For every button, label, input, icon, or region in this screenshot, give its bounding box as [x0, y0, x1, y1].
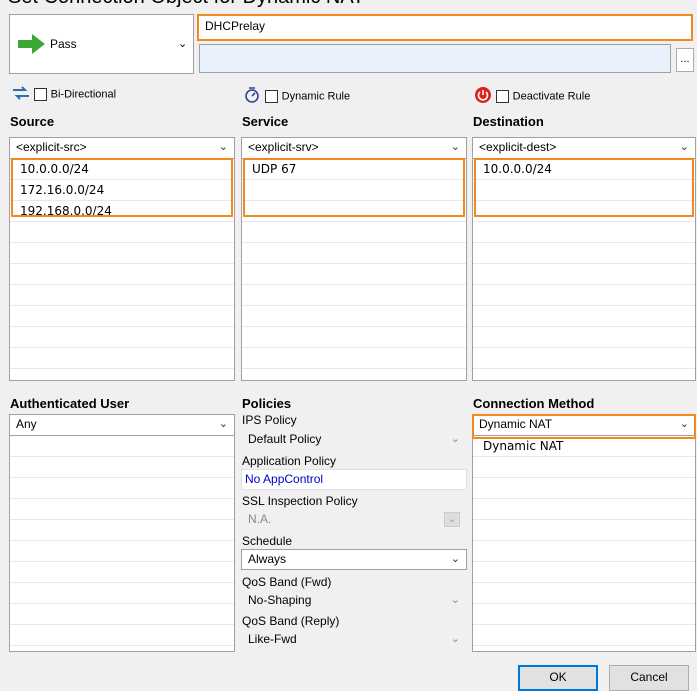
schedule-value: Always	[248, 552, 287, 566]
ssl-policy-label: SSL Inspection Policy	[242, 494, 358, 508]
app-policy-value[interactable]: No AppControl	[245, 472, 323, 486]
ssl-policy-value: N.A.	[248, 512, 272, 526]
rule-name-value: DHCPrelay	[205, 19, 266, 33]
auth-user-title: Authenticated User	[10, 396, 130, 411]
app-policy-field[interactable]: No AppControl	[241, 469, 467, 490]
rule-name-field[interactable]: DHCPrelay	[197, 14, 693, 41]
pass-arrow-icon	[16, 33, 46, 55]
auth-user-selected: Any	[16, 417, 37, 431]
ips-policy-label: IPS Policy	[242, 413, 297, 427]
schedule-label: Schedule	[242, 534, 293, 548]
destination-title: Destination	[473, 114, 544, 129]
connection-list[interactable]: Dynamic NAT ⌄ Dynamic NAT	[472, 414, 696, 652]
ips-policy-select[interactable]: Default Policy ⌄	[241, 429, 467, 450]
app-policy-label: Application Policy	[242, 454, 337, 468]
destination-selected: <explicit-dest>	[479, 140, 557, 154]
connection-highlight	[472, 414, 696, 439]
deactivate-rule-label: Deactivate Rule	[512, 90, 591, 103]
ellipsis-button[interactable]: ...	[676, 48, 694, 72]
chevron-down-icon: ⌄	[218, 141, 228, 153]
chevron-down-icon: ⌄	[178, 37, 188, 50]
chevron-down-icon: ⌄	[450, 433, 460, 445]
connection-title: Connection Method	[473, 396, 595, 411]
cancel-button[interactable]: Cancel	[609, 665, 689, 691]
power-icon	[474, 86, 492, 107]
ssl-policy-select: N.A. ⌄	[241, 509, 467, 530]
source-highlight	[11, 158, 233, 217]
chevron-down-icon: ⌄	[444, 512, 460, 527]
chevron-down-icon: ⌄	[218, 418, 228, 430]
policies-title: Policies	[242, 396, 292, 411]
chevron-down-icon: ⌄	[450, 141, 460, 153]
destination-highlight	[474, 158, 694, 217]
qos-fwd-label: QoS Band (Fwd)	[242, 575, 332, 589]
action-label: Pass	[50, 37, 77, 51]
dynamic-rule-option[interactable]: Dynamic Rule	[243, 86, 350, 104]
list-item[interactable]: Dynamic NAT	[473, 436, 695, 457]
source-selected: <explicit-src>	[16, 140, 87, 154]
chevron-down-icon: ⌄	[450, 633, 460, 645]
cut-off-heading: Set Connection Object for Dynamic NAT	[8, 0, 488, 10]
qos-fwd-value: No-Shaping	[248, 593, 312, 607]
source-combo[interactable]: <explicit-src> ⌄	[10, 138, 234, 159]
ips-policy-value: Default Policy	[248, 432, 322, 446]
qos-reply-label: QoS Band (Reply)	[242, 614, 340, 628]
swap-arrows-icon	[12, 86, 30, 103]
dynamic-rule-checkbox[interactable]	[264, 90, 278, 103]
action-selector[interactable]: Pass ⌄	[9, 14, 194, 74]
service-title: Service	[242, 114, 289, 129]
deactivate-rule-option[interactable]: Deactivate Rule	[474, 86, 590, 104]
destination-combo[interactable]: <explicit-dest> ⌄	[473, 138, 695, 159]
service-combo[interactable]: <explicit-srv> ⌄	[242, 138, 466, 159]
dynamic-rule-label: Dynamic Rule	[281, 90, 351, 103]
chevron-down-icon: ⌄	[679, 141, 689, 153]
qos-reply-value: Like-Fwd	[248, 632, 297, 646]
service-highlight	[243, 158, 465, 217]
ok-button[interactable]: OK	[518, 665, 598, 691]
bidirectional-option[interactable]: Bi-Directional	[12, 86, 116, 104]
source-title: Source	[10, 114, 55, 129]
auth-user-combo[interactable]: Any ⌄	[10, 415, 234, 436]
chevron-down-icon: ⌄	[450, 594, 460, 606]
schedule-select[interactable]: Always ⌄	[241, 549, 467, 570]
service-selected: <explicit-srv>	[248, 140, 319, 154]
qos-fwd-select[interactable]: No-Shaping ⌄	[241, 590, 467, 611]
auth-user-list[interactable]: Any ⌄	[9, 414, 235, 652]
qos-reply-select[interactable]: Like-Fwd ⌄	[241, 629, 467, 650]
deactivate-rule-checkbox[interactable]	[495, 90, 509, 103]
bidirectional-checkbox[interactable]	[33, 88, 47, 101]
bidirectional-label: Bi-Directional	[50, 88, 117, 101]
chevron-down-icon: ⌄	[450, 553, 460, 565]
description-field[interactable]	[199, 44, 671, 73]
stopwatch-icon	[243, 86, 261, 107]
